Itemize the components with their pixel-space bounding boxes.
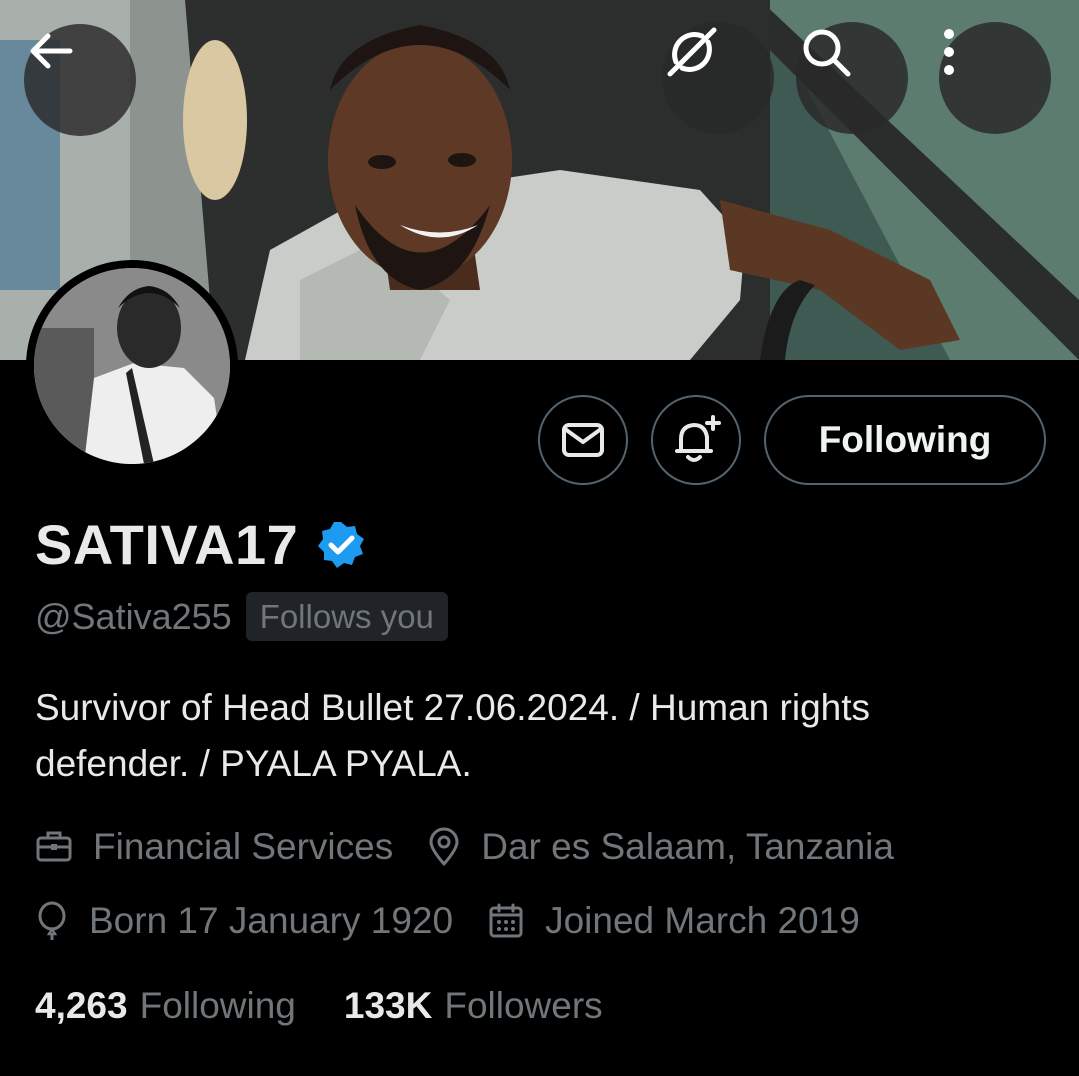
handle-row: @Sativa255 Follows you (35, 592, 448, 641)
briefcase-icon (36, 831, 72, 862)
category-text: Financial Services (93, 826, 394, 867)
more-vertical-icon (944, 29, 954, 75)
verified-badge-icon (318, 521, 365, 568)
following-count: 4,263 (35, 985, 128, 1026)
display-name: SATIVA17 (35, 513, 299, 576)
location-item: Dar es Salaam, Tanzania (427, 826, 894, 868)
balloon-icon (38, 901, 66, 940)
category-item: Financial Services (35, 826, 393, 868)
username-handle: @Sativa255 (35, 595, 232, 637)
following-stat-link[interactable]: 4,263 Following (35, 985, 296, 1027)
search-icon (803, 29, 851, 77)
follow-stats: 4,263 Following 133K Followers (35, 985, 651, 1027)
notify-button[interactable] (651, 395, 741, 485)
back-button[interactable] (24, 24, 136, 136)
search-button[interactable] (796, 22, 908, 134)
profile-bio: Survivor of Head Bullet 27.06.2024. / Hu… (35, 680, 1045, 792)
message-button[interactable] (538, 395, 628, 485)
followers-label: Followers (444, 985, 603, 1026)
grok-icon (667, 27, 717, 77)
profile-avatar[interactable] (26, 260, 238, 472)
followers-count: 133K (343, 985, 433, 1026)
follows-you-badge: Follows you (245, 592, 448, 641)
birthday-text: Born 17 January 1920 (89, 900, 454, 941)
profile-meta-row: Born 17 January 1920 Joined March 2019 (35, 900, 894, 942)
more-button[interactable] (939, 22, 1051, 134)
following-label: Following (139, 985, 296, 1026)
joined-item: Joined March 2019 (487, 900, 860, 942)
followers-stat-link[interactable]: 133K Followers (344, 985, 603, 1027)
calendar-icon (489, 903, 523, 938)
bio-line: defender. / PYALA PYALA. (35, 743, 472, 784)
avatar-photo (34, 268, 230, 464)
bell-plus-icon (675, 415, 721, 462)
name-row: SATIVA17 (35, 512, 366, 577)
location-text: Dar es Salaam, Tanzania (481, 826, 894, 867)
following-button[interactable]: Following (764, 395, 1046, 485)
grok-button[interactable] (662, 22, 774, 134)
location-pin-icon (429, 827, 459, 866)
joined-text: Joined March 2019 (545, 900, 860, 941)
profile-meta-row: Financial Services Dar es Salaam, Tanzan… (35, 826, 928, 868)
mail-icon (562, 423, 604, 457)
bio-line: Survivor of Head Bullet 27.06.2024. / Hu… (35, 687, 871, 728)
arrow-left-icon (30, 33, 73, 69)
birthday-item: Born 17 January 1920 (35, 900, 453, 942)
